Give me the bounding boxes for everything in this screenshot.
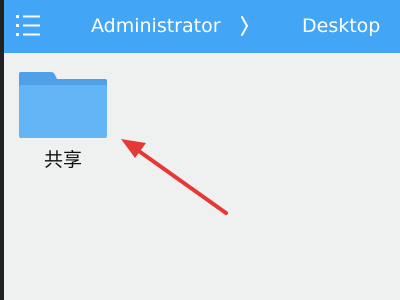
file-manager-window: Administrator Desktop 共享 (4, 0, 400, 300)
file-item-folder[interactable]: 共享 (17, 70, 113, 182)
top-bar: Administrator Desktop (4, 0, 400, 53)
breadcrumb-administrator[interactable]: Administrator (91, 15, 221, 37)
list-menu-icon (16, 15, 40, 36)
breadcrumb-desktop[interactable]: Desktop (302, 15, 380, 37)
folder-icon (19, 72, 107, 138)
chevron-right-icon (241, 16, 248, 36)
menu-button[interactable] (14, 12, 44, 40)
file-name-label: 共享 (43, 149, 82, 171)
